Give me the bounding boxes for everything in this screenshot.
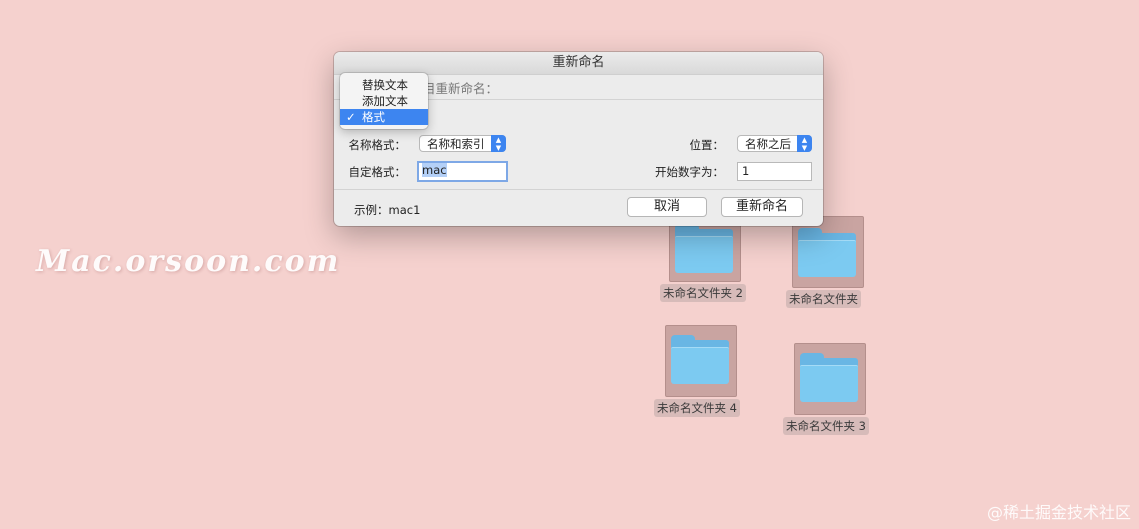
popup-arrows-icon: ▲ ▼ xyxy=(491,135,506,152)
menu-item-label: 格式 xyxy=(362,110,385,124)
rename-mode-menu: 替换文本 添加文本 ✓ 格式 xyxy=(340,73,428,129)
folder-label: 未命名文件夹 3 xyxy=(783,417,869,435)
cancel-button[interactable]: 取消 xyxy=(627,197,707,217)
checkmark-icon: ✓ xyxy=(346,110,356,124)
start-number-label: 开始数字为： xyxy=(655,165,724,179)
example-label: 示例： xyxy=(354,203,389,217)
watermark-text: Mac.orsoon.com xyxy=(36,244,341,279)
position-popup[interactable]: 名称之后 ▲ ▼ xyxy=(737,135,812,152)
name-format-popup[interactable]: 名称和索引 ▲ ▼ xyxy=(419,135,506,152)
menu-item-label: 添加文本 xyxy=(362,94,408,108)
menu-item-format[interactable]: ✓ 格式 xyxy=(340,109,428,125)
custom-format-value: mac xyxy=(422,163,447,177)
position-value: 名称之后 xyxy=(745,137,791,151)
folder-label: 未命名文件夹 4 xyxy=(654,399,740,417)
folder-icon xyxy=(800,353,858,403)
menu-item-label: 替换文本 xyxy=(362,78,408,92)
menu-item-replace-text[interactable]: 替换文本 xyxy=(340,77,428,93)
credit-text: @稀土掘金技术社区 xyxy=(986,503,1131,522)
start-number-input[interactable]: 1 xyxy=(737,162,812,181)
divider xyxy=(334,189,823,190)
folder-label: 未命名文件夹 xyxy=(786,290,861,308)
dialog-title: 重新命名 xyxy=(334,52,823,75)
example-value: mac1 xyxy=(388,203,421,217)
folder-icon xyxy=(675,224,733,274)
folder-icon xyxy=(671,335,729,385)
rename-button[interactable]: 重新命名 xyxy=(721,197,803,217)
example-text: 示例：mac1 xyxy=(354,202,420,218)
position-label: 位置： xyxy=(689,138,725,152)
folder-label: 未命名文件夹 2 xyxy=(660,284,746,302)
popup-arrows-icon: ▲ ▼ xyxy=(797,135,812,152)
dialog-subtitle: 目重新命名： xyxy=(423,81,499,96)
name-format-value: 名称和索引 xyxy=(427,137,485,151)
start-number-value: 1 xyxy=(742,164,750,178)
folder-icon xyxy=(798,228,856,278)
custom-format-input[interactable]: mac xyxy=(417,161,508,182)
menu-item-add-text[interactable]: 添加文本 xyxy=(340,93,428,109)
name-format-label: 名称格式： xyxy=(348,138,407,152)
custom-format-label: 自定格式： xyxy=(348,165,407,179)
